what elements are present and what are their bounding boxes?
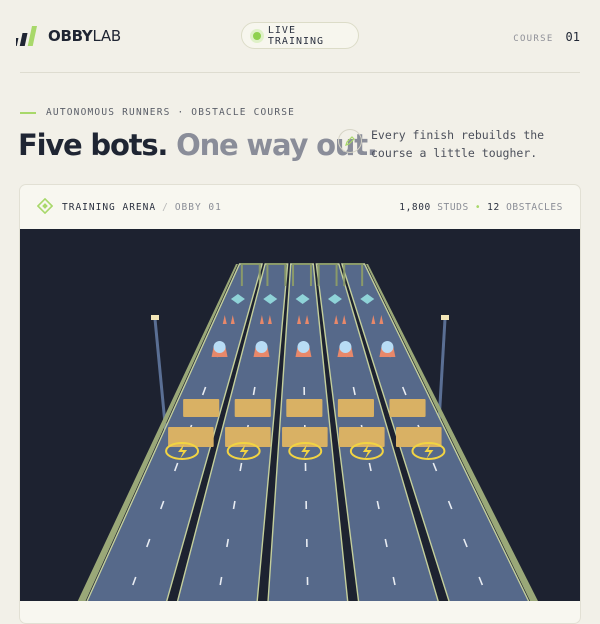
arena-3d-view[interactable] — [20, 229, 581, 601]
barrier-block — [338, 399, 374, 417]
live-status-label: LIVE TRAINING — [268, 25, 358, 47]
barrier-block — [183, 399, 219, 417]
barrier-block — [235, 399, 271, 417]
course-indicator: COURSE 01 — [513, 30, 580, 44]
hero-note: Every finish rebuilds the course a littl… — [371, 126, 571, 162]
arena-stats: 1,800 STUDS•12 OBSTACLES — [399, 202, 563, 213]
lamp-light — [441, 315, 449, 320]
diamond-icon — [37, 198, 53, 214]
headline-primary: Five bots. — [18, 128, 167, 162]
brand-name: OBBYLAB — [48, 27, 121, 45]
bot-head — [339, 341, 351, 353]
studs-value: 1,800 — [399, 202, 431, 213]
bot-head — [214, 341, 226, 353]
eyebrow: AUTONOMOUS RUNNERS · OBSTACLE COURSE — [20, 107, 295, 118]
training-arena-card: TRAINING ARENA/OBBY 01 1,800 STUDS•12 OB… — [19, 184, 581, 624]
eyebrow-text: AUTONOMOUS RUNNERS · OBSTACLE COURSE — [46, 107, 295, 118]
live-status-dot — [253, 32, 261, 40]
arena-title: TRAINING ARENA/OBBY 01 — [62, 202, 222, 213]
barrier-block — [389, 399, 425, 417]
live-training-status[interactable]: LIVE TRAINING — [241, 22, 359, 49]
course-label: COURSE — [513, 34, 553, 44]
bot-head — [381, 341, 393, 353]
arena-header: TRAINING ARENA/OBBY 01 1,800 STUDS•12 OB… — [20, 185, 580, 229]
brand-logo[interactable]: OBBYLAB — [16, 26, 121, 46]
course-number: 01 — [566, 30, 580, 44]
lamp-light — [151, 315, 159, 320]
obstacles-label: OBSTACLES — [506, 202, 563, 213]
barrier-block — [286, 399, 322, 417]
obstacles-value: 12 — [487, 202, 500, 213]
logo-bars-icon — [16, 26, 40, 46]
page-title: Five bots. One way out. — [18, 128, 377, 162]
bot-head — [256, 341, 268, 353]
bot-head — [297, 341, 309, 353]
header-divider — [20, 72, 580, 73]
eyebrow-accent-bar — [20, 112, 36, 114]
studs-label: STUDS — [437, 202, 469, 213]
pencil-icon — [338, 129, 362, 153]
